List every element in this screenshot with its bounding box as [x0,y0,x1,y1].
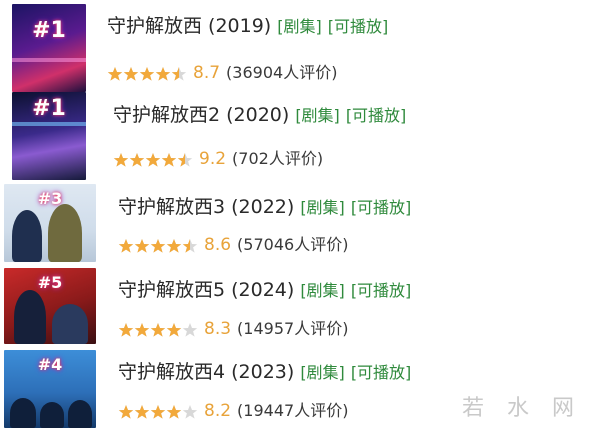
rating-votes: (36904人评价) [226,63,338,82]
tag-series[interactable]: [剧集] [277,17,322,36]
result-title-line: 守护解放西5 (2024) [剧集] [可播放] [118,275,411,302]
rating-line: 9.2 (702人评价) [113,145,323,169]
rating-votes: (57046人评价) [237,235,349,254]
tag-series[interactable]: [剧集] [300,281,345,300]
rating-votes: (14957人评价) [237,319,349,338]
poster-badge: #1 [32,96,66,121]
tag-series[interactable]: [剧集] [300,363,345,382]
poster-badge: #4 [37,355,63,374]
rating-score: 8.7 [193,63,221,83]
tag-playable[interactable]: [可播放] [351,281,412,300]
poster-thumbnail[interactable]: #5 [4,268,96,344]
poster-thumbnail[interactable]: #4 [4,350,96,428]
rating-votes: (19447人评价) [237,401,349,420]
result-title-line: 守护解放西2 (2020) [剧集] [可播放] [113,100,406,127]
rating-line: 8.6 (57046人评价) [118,231,348,255]
rating-score: 8.6 [204,235,232,255]
poster-thumbnail[interactable]: #3 [4,184,96,262]
result-title[interactable]: 守护解放西2 (2020) [113,104,289,126]
result-title[interactable]: 守护解放西 (2019) [107,15,271,37]
star-rating-icon [107,66,187,82]
result-title-line: 守护解放西3 (2022) [剧集] [可播放] [118,192,411,219]
result-item[interactable]: #5 守护解放西5 (2024) [剧集] [可播放] 8.3 (14957人评价) [0,264,600,346]
result-title-line: 守护解放西 (2019) [剧集] [可播放] [107,11,388,38]
rating-line: 8.3 (14957人评价) [118,315,348,339]
poster-badge: #5 [37,273,63,292]
star-rating-icon [118,404,198,420]
poster-thumbnail[interactable]: #1 [12,4,86,92]
watermark: 若 水 网 [462,396,582,421]
rating-line: 8.7 (36904人评价) [107,59,337,83]
rating-score: 8.2 [204,401,232,421]
result-title[interactable]: 守护解放西3 (2022) [118,196,294,218]
poster-badge: #1 [32,18,66,43]
tag-playable[interactable]: [可播放] [328,17,389,36]
tag-series[interactable]: [剧集] [295,106,340,125]
rating-score: 8.3 [204,319,232,339]
result-title[interactable]: 守护解放西4 (2023) [118,361,294,383]
result-item[interactable]: #1 守护解放西 (2019) [剧集] [可播放] 8.7 (36904人评价) [0,0,600,92]
result-title-line: 守护解放西4 (2023) [剧集] [可播放] [118,357,411,384]
poster-thumbnail[interactable]: #1 [12,92,86,180]
result-item[interactable]: #1 守护解放西2 (2020) [剧集] [可播放] 9.2 (702人评价) [0,88,600,180]
tag-playable[interactable]: [可播放] [351,363,412,382]
rating-score: 9.2 [199,149,227,169]
result-item[interactable]: #3 守护解放西3 (2022) [剧集] [可播放] 8.6 (57046人评价) [0,180,600,264]
tag-playable[interactable]: [可播放] [346,106,407,125]
tag-playable[interactable]: [可播放] [351,198,412,217]
rating-line: 8.2 (19447人评价) [118,397,348,421]
star-rating-icon [118,238,198,254]
star-rating-icon [113,152,193,168]
rating-votes: (702人评价) [232,149,324,168]
tag-series[interactable]: [剧集] [300,198,345,217]
result-title[interactable]: 守护解放西5 (2024) [118,279,294,301]
star-rating-icon [118,322,198,338]
